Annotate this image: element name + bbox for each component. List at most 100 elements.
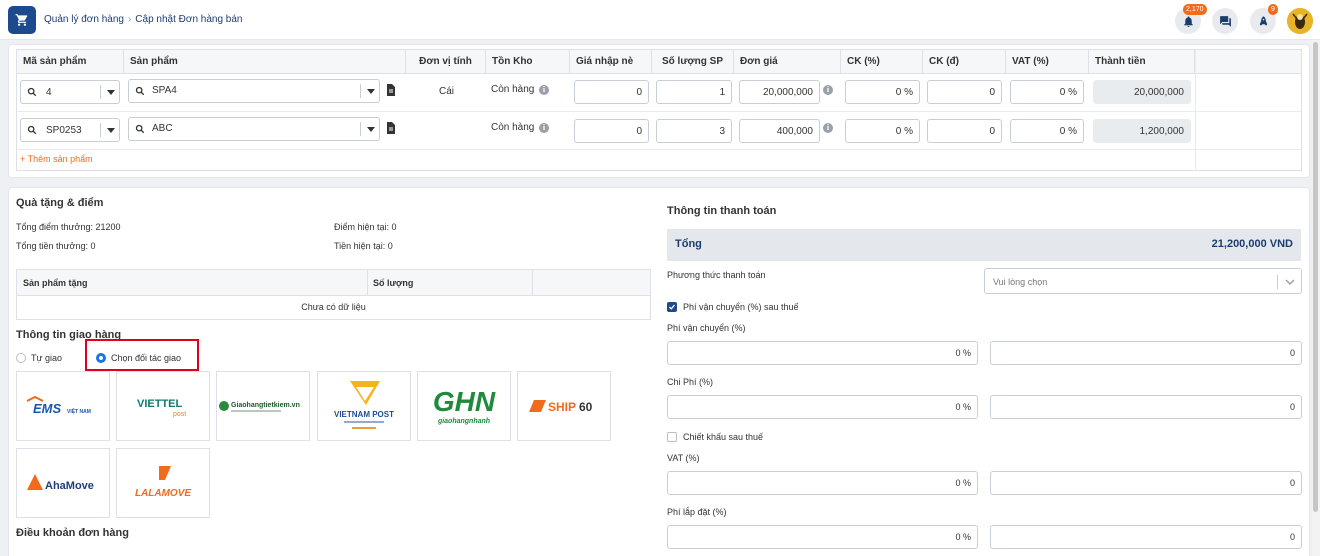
total-label: Tổng [675, 238, 702, 250]
partner-ghn[interactable]: GHN giaohangnhanh [417, 371, 511, 441]
quantity-input[interactable]: 1 [656, 80, 732, 104]
total-points: Tổng điểm thưởng: 21200 [16, 222, 121, 232]
payment-title: Thông tin thanh toán [667, 205, 777, 217]
vat-amt-input[interactable]: 0 [990, 471, 1302, 495]
select-divider [360, 122, 361, 136]
partner-ahamove[interactable]: AhaMove [16, 448, 110, 518]
info-icon[interactable]: i [539, 85, 549, 95]
svg-text:VIETTEL: VIETTEL [137, 398, 183, 410]
highlight-box [85, 339, 199, 371]
discount-amt-input[interactable]: 0 [927, 119, 1002, 143]
cost-pct-input[interactable]: 0 % [667, 395, 978, 419]
partner-ems[interactable]: EMS VIỆT NAM [16, 371, 110, 441]
import-price-input[interactable]: 0 [574, 80, 649, 104]
top-header: Quản lý đơn hàng › Cập nhật Đơn hàng bán 2… [0, 0, 1320, 40]
rocket-badge: 9 [1268, 4, 1278, 15]
install-fee-amt-input[interactable]: 0 [990, 525, 1302, 549]
cost-amt-input[interactable]: 0 [990, 395, 1302, 419]
partner-ship60[interactable]: SHIP 60 [517, 371, 611, 441]
total-bar: Tổng 21,200,000 VND [667, 229, 1301, 261]
svg-text:AhaMove: AhaMove [45, 480, 94, 492]
rocket-icon[interactable]: 9 [1250, 4, 1278, 34]
check-icon [669, 304, 675, 310]
empty-state: Chưa có dữ liệu [301, 302, 366, 312]
discount-amt-input[interactable]: 0 [927, 80, 1002, 104]
search-icon [135, 86, 145, 96]
bell-icon[interactable]: 2,170 [1175, 4, 1207, 34]
import-price-input[interactable]: 0 [574, 119, 649, 143]
vat-pct-input[interactable]: 0 % [667, 471, 978, 495]
unit-value: Cái [439, 86, 455, 97]
add-product-link[interactable]: + Thêm sản phẩm [20, 154, 93, 164]
page-scrollbar-thumb[interactable] [1313, 42, 1318, 512]
ems-logo-icon: EMS VIỆT NAM [26, 395, 91, 416]
cost-label: Chi Phí (%) [667, 377, 714, 387]
col-total: Thành tiền [1089, 50, 1195, 74]
product-code-value: 4 [46, 87, 52, 98]
search-icon [27, 125, 37, 135]
svg-text:Giaohangtietkiem.vn: Giaohangtietkiem.vn [231, 402, 300, 409]
partner-vietnam-post[interactable]: VIETNAM POST [317, 371, 411, 441]
document-icon[interactable] [386, 84, 396, 96]
ahamove-logo-icon: AhaMove [27, 474, 94, 492]
cart-icon[interactable] [8, 6, 36, 34]
partner-lalamove[interactable]: LALAMOVE [116, 448, 210, 518]
product-select[interactable]: ABC [128, 117, 380, 141]
discount-pct-input[interactable]: 0 % [845, 119, 920, 143]
notification-badge: 2,170 [1183, 4, 1207, 15]
search-icon [27, 87, 37, 97]
current-points: Điểm hiện tại: 0 [334, 222, 397, 232]
payment-method-select[interactable]: Vui lòng chọn [984, 268, 1302, 294]
col-gift-product: Sản phẩm tặng [23, 278, 88, 288]
col-product: Sản phẩm [124, 50, 406, 74]
column-divider [532, 270, 533, 296]
col-import-price: Giá nhập nè [570, 50, 652, 74]
stock-status: Còn hàng [491, 84, 535, 95]
vat-input[interactable]: 0 % [1010, 80, 1084, 104]
col-unit-price: Đơn giá [734, 50, 841, 74]
lalamove-logo-icon: LALAMOVE [135, 466, 191, 499]
partner-viettel-post[interactable]: VIETTEL post [116, 371, 210, 441]
info-icon[interactable]: i [823, 85, 833, 95]
column-divider [1195, 50, 1196, 170]
product-select[interactable]: SPA4 [128, 79, 380, 103]
partner-ghtk[interactable]: Giaohangtietkiem.vn [216, 371, 310, 441]
shipping-fee-pct-input[interactable]: 0 % [667, 341, 978, 365]
self-delivery-radio[interactable] [16, 353, 26, 363]
col-unit: Đơn vị tính [406, 50, 486, 74]
payment-method-label: Phương thức thanh toán [667, 270, 766, 280]
avatar[interactable] [1287, 8, 1313, 34]
col-product-code: Mã sản phẩm [17, 50, 124, 74]
info-icon[interactable]: i [823, 123, 833, 133]
shipping-fee-amt-input[interactable]: 0 [990, 341, 1302, 365]
unit-price-input[interactable]: 400,000 [739, 119, 820, 143]
discount-pct-input[interactable]: 0 % [845, 80, 920, 104]
document-icon[interactable] [386, 122, 396, 134]
shipping-after-tax-label[interactable]: Phí vận chuyển (%) sau thuế [683, 302, 799, 312]
shipping-after-tax-checkbox[interactable] [667, 302, 677, 312]
product-code-select[interactable]: 4 [20, 80, 120, 104]
breadcrumb-parent[interactable]: Quản lý đơn hàng [44, 14, 124, 25]
unit-price-input[interactable]: 20,000,000 [739, 80, 820, 104]
chat-icon[interactable] [1212, 8, 1238, 34]
gift-table: Sản phẩm tặng Số lượng Chưa có dữ liệu [16, 269, 651, 320]
svg-text:VIETNAM POST: VIETNAM POST [334, 410, 394, 419]
discount-after-tax-label[interactable]: Chiết khấu sau thuế [683, 432, 763, 442]
table-row: SP0253 ABC Còn hàng i 0 3 400,000 i 0 % … [17, 112, 1301, 150]
info-icon[interactable]: i [539, 123, 549, 133]
total-reward: Tổng tiền thưởng: 0 [16, 241, 96, 251]
install-fee-pct-input[interactable]: 0 % [667, 525, 978, 549]
quantity-input[interactable]: 3 [656, 119, 732, 143]
discount-after-tax-checkbox[interactable] [667, 432, 677, 442]
svg-text:giaohangnhanh: giaohangnhanh [437, 418, 490, 425]
breadcrumb-current: Cập nhật Đơn hàng bán [135, 14, 243, 25]
self-delivery-label[interactable]: Tự giao [31, 353, 62, 363]
vat-input[interactable]: 0 % [1010, 119, 1084, 143]
svg-text:EMS: EMS [33, 401, 62, 416]
chevron-down-icon [1285, 279, 1295, 285]
chevron-down-icon [367, 89, 375, 94]
product-code-select[interactable]: SP0253 [20, 118, 120, 142]
col-quantity: Số lượng SP [652, 50, 734, 74]
vat-label: VAT (%) [667, 453, 700, 463]
vietnam-post-logo-icon: VIETNAM POST [334, 381, 394, 429]
